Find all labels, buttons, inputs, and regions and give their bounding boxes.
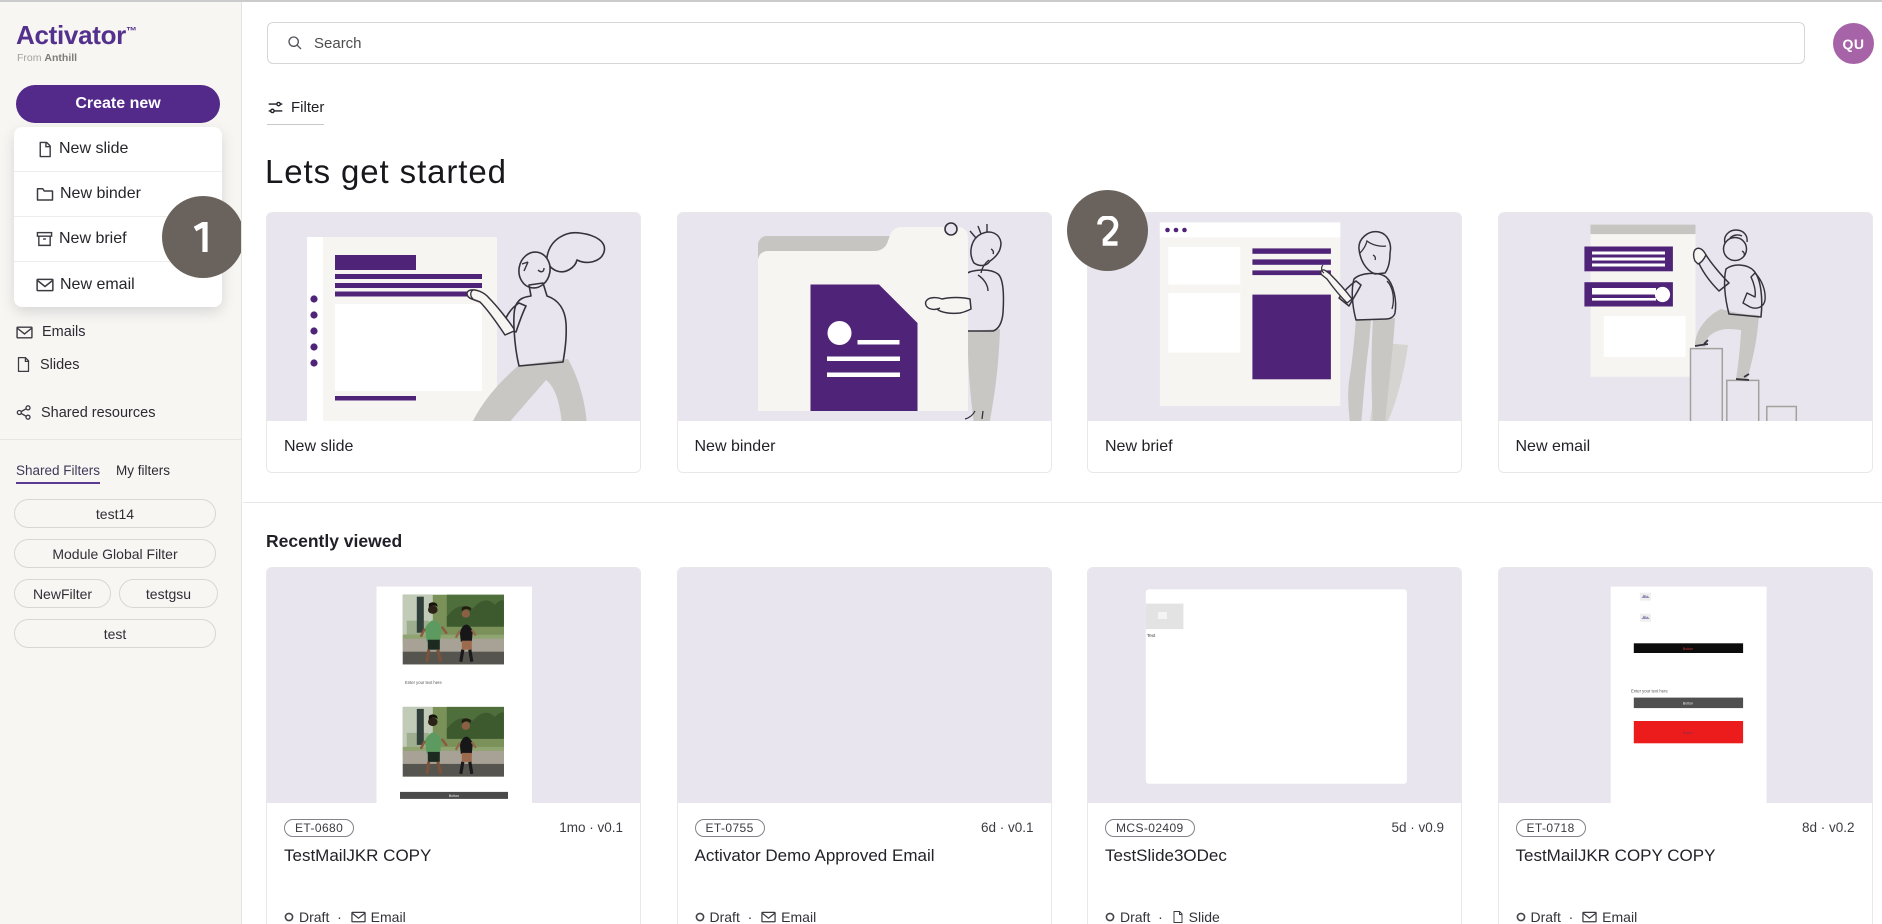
svg-text:Text: Text [1147,633,1156,638]
svg-text:Im: Im [1643,615,1647,619]
svg-text:Enter your text here: Enter your text here [405,680,442,685]
svg-text:Button: Button [1682,731,1692,735]
svg-text:Button: Button [1682,702,1692,706]
svg-text:Button: Button [449,794,459,798]
svg-text:Enter your text here: Enter your text here [1631,689,1668,694]
svg-text:Im: Im [1643,594,1647,598]
svg-text:Button: Button [1682,647,1692,651]
